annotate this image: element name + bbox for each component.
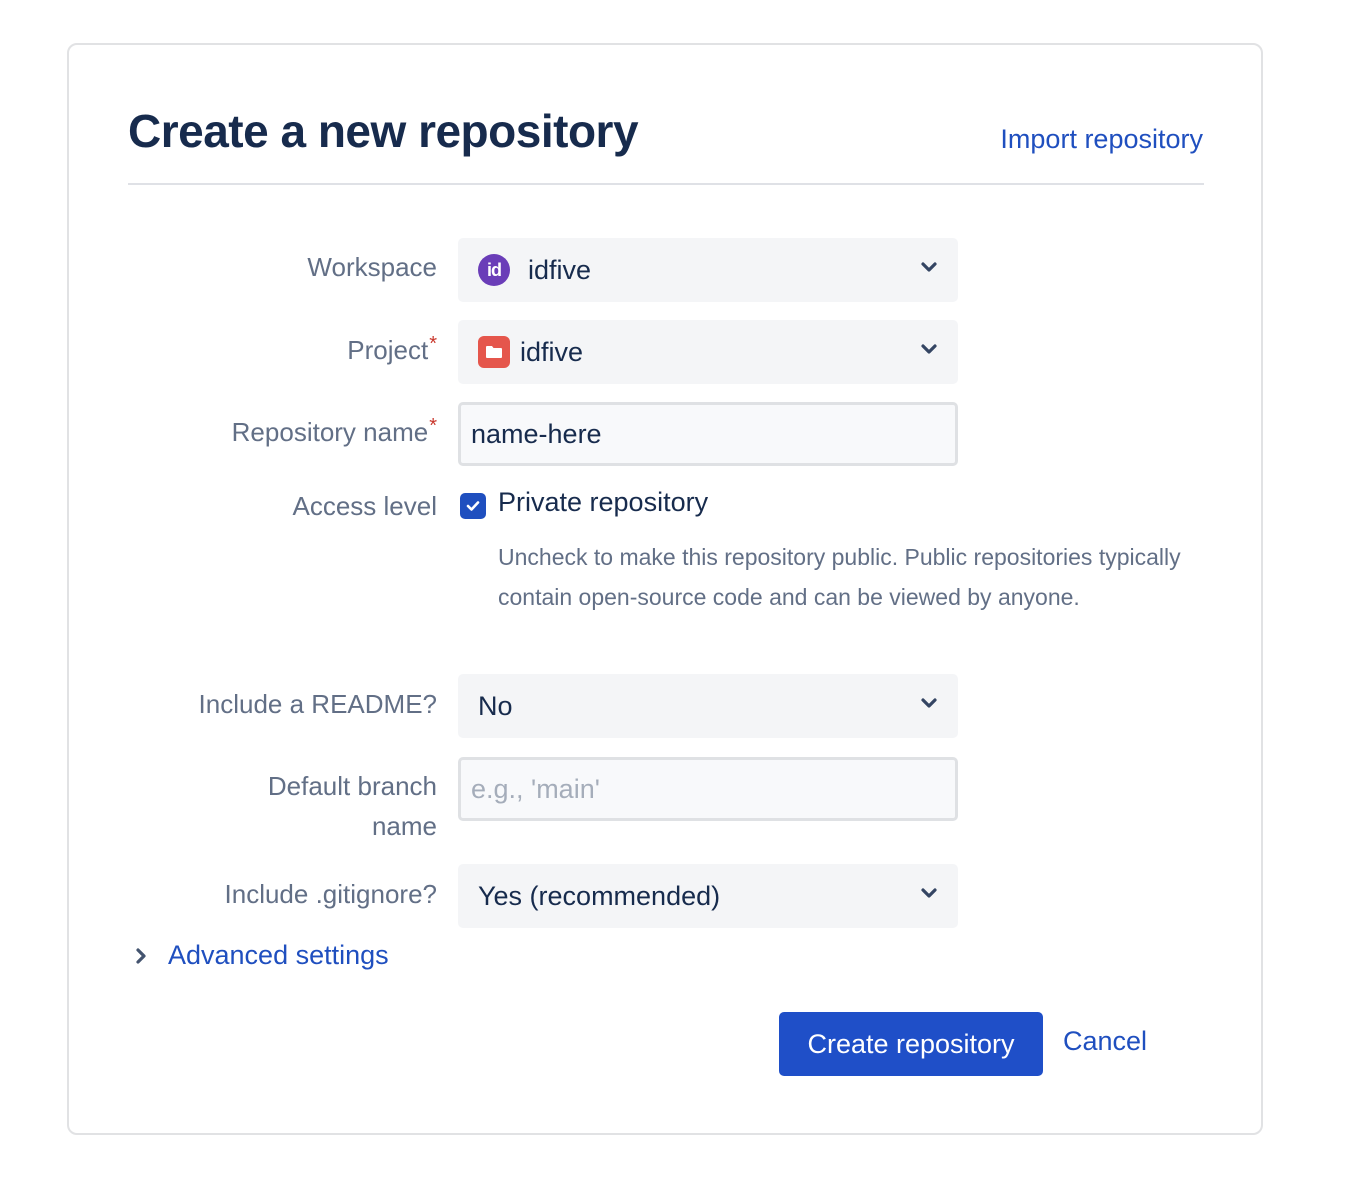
default-branch-input[interactable] (458, 757, 958, 821)
advanced-settings-label: Advanced settings (168, 940, 389, 970)
access-level-helper-text: Uncheck to make this repository public. … (498, 544, 1181, 610)
default-branch-label: Default branch name (217, 766, 437, 846)
gitignore-select[interactable]: Yes (recommended) (458, 864, 958, 928)
required-marker: * (429, 415, 437, 437)
project-value: idfive (520, 336, 584, 367)
gitignore-value: Yes (recommended) (478, 880, 721, 911)
workspace-avatar-icon: id (478, 254, 510, 286)
readme-label: Include a README? (199, 684, 437, 724)
chevron-down-icon (921, 888, 937, 898)
default-branch-label-text: Default branch name (267, 771, 437, 841)
readme-select[interactable]: No (458, 674, 958, 738)
readme-label-text: Include a README? (198, 689, 437, 719)
access-level-label-text: Access level (292, 491, 438, 521)
project-label: Project* (347, 330, 437, 370)
chevron-down-icon (921, 698, 937, 708)
workspace-label-text: Workspace (307, 252, 437, 282)
private-repository-checkbox[interactable] (460, 493, 486, 519)
advanced-settings-toggle[interactable]: Advanced settings (134, 940, 389, 971)
readme-value: No (478, 690, 513, 721)
workspace-value: idfive (528, 254, 592, 285)
required-marker: * (429, 333, 437, 355)
private-repository-label[interactable]: Private repository (498, 487, 708, 518)
page-title: Create a new repository (128, 105, 639, 157)
project-select[interactable]: idfive (458, 320, 958, 384)
project-label-text: Project (347, 335, 429, 365)
chevron-down-icon (921, 344, 937, 354)
workspace-select[interactable]: id idfive (458, 238, 958, 302)
import-repository-link[interactable]: Import repository (1000, 124, 1203, 155)
folder-icon (478, 336, 510, 368)
repository-name-label-text: Repository name (231, 417, 429, 447)
repository-name-input[interactable] (458, 402, 958, 466)
chevron-down-icon (921, 262, 937, 272)
chevron-right-icon (136, 947, 146, 964)
cancel-button[interactable]: Cancel (1063, 1026, 1147, 1057)
repository-name-label: Repository name* (232, 412, 437, 452)
gitignore-label: Include .gitignore? (225, 874, 437, 914)
create-repository-button[interactable]: Create repository (779, 1012, 1043, 1076)
workspace-label: Workspace (307, 247, 437, 287)
access-level-label: Access level (293, 486, 438, 526)
gitignore-label-text: Include .gitignore? (224, 879, 437, 909)
checkmark-icon (466, 501, 480, 511)
header-divider (128, 183, 1204, 185)
